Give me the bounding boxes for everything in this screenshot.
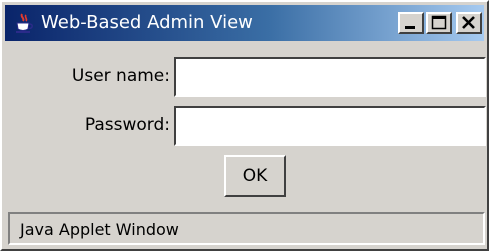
password-field[interactable] <box>174 106 486 146</box>
minimize-button[interactable] <box>398 12 424 34</box>
username-field[interactable] <box>174 57 486 97</box>
password-label: Password: <box>84 115 170 135</box>
close-button[interactable] <box>456 12 482 34</box>
applet-window: Web-Based Admin View User name: Password… <box>0 0 489 251</box>
status-text: Java Applet Window <box>20 220 179 239</box>
username-label: User name: <box>71 66 170 86</box>
java-cup-icon <box>13 12 35 34</box>
status-bar: Java Applet Window <box>8 212 485 245</box>
window-title: Web-Based Admin View <box>41 12 253 33</box>
maximize-button[interactable] <box>426 12 452 34</box>
ok-button[interactable]: OK <box>224 155 286 197</box>
title-bar[interactable]: Web-Based Admin View <box>5 5 484 41</box>
